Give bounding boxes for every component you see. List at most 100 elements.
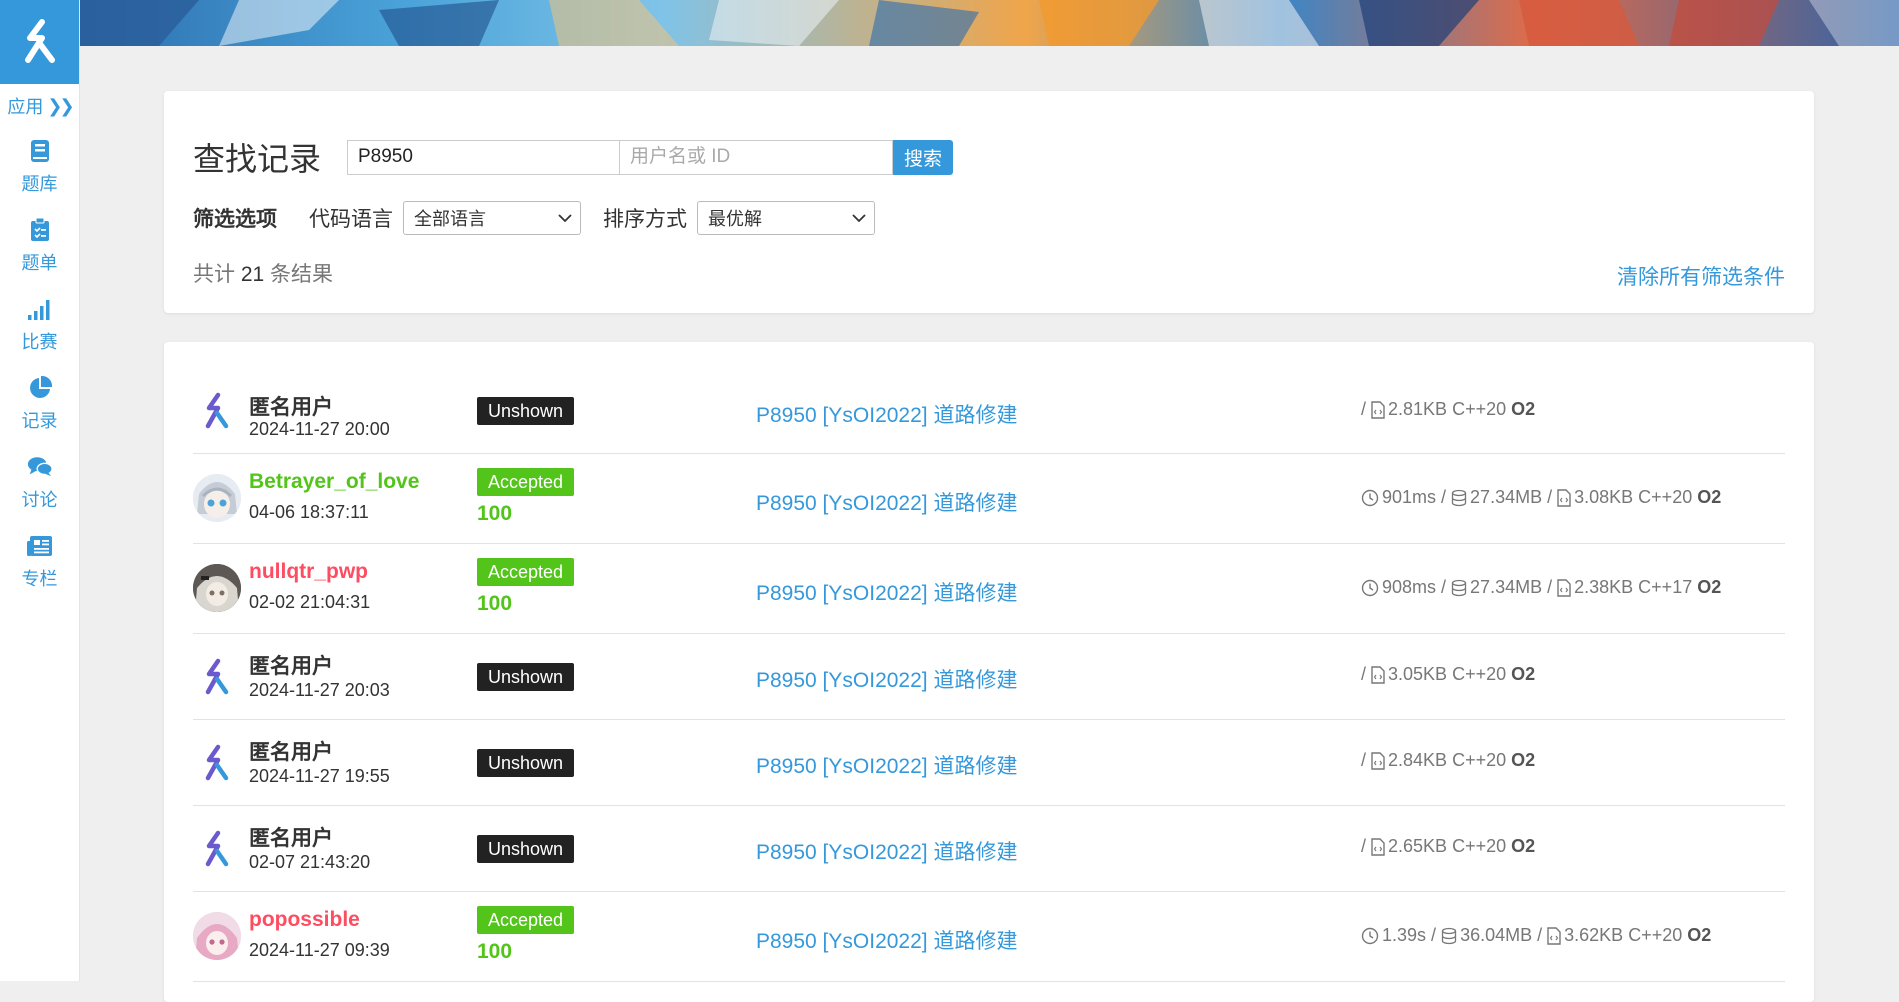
language-select[interactable]: 全部语言 bbox=[403, 201, 581, 235]
table-row: nullqtr_pwp 02-02 21:04:31 Accepted 100 … bbox=[193, 544, 1785, 634]
separator: / bbox=[1436, 577, 1452, 597]
user-avatar-image bbox=[193, 912, 241, 960]
code-file-icon bbox=[1547, 926, 1561, 945]
o2-flag: O2 bbox=[1511, 399, 1536, 419]
problem-link[interactable]: P8950 [YsOI2022] 道路修建 bbox=[756, 836, 1017, 866]
code-language: C++20 bbox=[1452, 399, 1507, 419]
anonymous-logo-icon bbox=[205, 744, 229, 781]
signal-bars-icon bbox=[27, 296, 53, 322]
code-file-icon bbox=[1371, 665, 1385, 684]
problem-link[interactable]: P8950 [YsOI2022] 道路修建 bbox=[756, 487, 1017, 517]
sidebar-item-contest[interactable]: 比赛 bbox=[0, 286, 79, 365]
sidebar-item-problems[interactable]: 题库 bbox=[0, 128, 79, 207]
separator: / bbox=[1532, 925, 1548, 945]
runtime: 901ms bbox=[1382, 487, 1437, 507]
status-badge[interactable]: Accepted bbox=[477, 468, 575, 496]
apps-toggle[interactable]: 应用 ❯❯ bbox=[0, 84, 79, 128]
logo[interactable] bbox=[0, 0, 79, 84]
separator: / bbox=[1361, 750, 1372, 770]
problem-id-input[interactable] bbox=[347, 139, 620, 175]
status-badge[interactable]: Accepted bbox=[477, 558, 575, 586]
separator: / bbox=[1542, 487, 1558, 507]
submit-time: 2024-11-27 20:03 bbox=[249, 680, 390, 700]
record-list: 匿名用户 2024-11-27 20:00 Unshown P8950 [YsO… bbox=[193, 369, 1785, 982]
filter-title: 筛选选项 bbox=[193, 208, 277, 231]
record-meta: / 2.84KB C++20 O2 bbox=[1361, 750, 1535, 771]
o2-flag: O2 bbox=[1511, 750, 1536, 770]
code-language: C++20 bbox=[1452, 750, 1507, 770]
avatar[interactable] bbox=[193, 387, 241, 435]
sidebar-item-record[interactable]: 记录 bbox=[0, 365, 79, 444]
sidebar: 应用 ❯❯ 题库 题单 比赛 记录 讨论 专栏 bbox=[0, 0, 80, 981]
score: 100 bbox=[477, 940, 513, 963]
banner-artwork bbox=[79, 0, 1899, 46]
submit-time: 2024-11-27 09:39 bbox=[249, 940, 390, 960]
table-row: 匿名用户 02-07 21:43:20 Unshown P8950 [YsOI2… bbox=[193, 806, 1785, 892]
clipboard-icon bbox=[27, 217, 53, 243]
runtime: 1.39s bbox=[1382, 925, 1427, 945]
anonymous-logo-icon bbox=[205, 830, 229, 867]
avatar[interactable] bbox=[193, 653, 241, 701]
header-banner bbox=[79, 0, 1899, 46]
code-file-icon bbox=[1371, 837, 1385, 856]
avatar[interactable] bbox=[193, 474, 241, 522]
avatar[interactable] bbox=[193, 825, 241, 873]
user-name[interactable]: popossible bbox=[249, 908, 360, 932]
status-badge[interactable]: Accepted bbox=[477, 906, 575, 934]
sidebar-item-training[interactable]: 题单 bbox=[0, 207, 79, 286]
code-language: C++20 bbox=[1452, 836, 1507, 856]
table-row: 匿名用户 2024-11-27 20:00 Unshown P8950 [YsO… bbox=[193, 369, 1785, 454]
memory: 27.34MB bbox=[1470, 487, 1543, 507]
search-button[interactable]: 搜索 bbox=[893, 139, 953, 175]
code-size: 3.05KB bbox=[1388, 664, 1448, 684]
sidebar-item-blog[interactable]: 专栏 bbox=[0, 523, 79, 602]
order-select-value: 最优解 bbox=[708, 209, 762, 229]
code-language: C++20 bbox=[1452, 664, 1507, 684]
status-badge[interactable]: Unshown bbox=[477, 663, 575, 691]
code-file-icon bbox=[1371, 400, 1385, 419]
clock-icon bbox=[1361, 489, 1379, 506]
pie-chart-icon bbox=[27, 375, 53, 401]
search-card: 查找记录 搜索 筛选选项 代码语言 全部语言 排序方式 最优解 共计 21 条结… bbox=[164, 91, 1814, 313]
comments-icon bbox=[27, 454, 53, 480]
table-row: 匿名用户 2024-11-27 20:03 Unshown P8950 [YsO… bbox=[193, 634, 1785, 720]
newspaper-icon bbox=[26, 533, 53, 559]
separator: / bbox=[1426, 925, 1442, 945]
table-row: 匿名用户 2024-11-27 19:55 Unshown P8950 [YsO… bbox=[193, 720, 1785, 806]
result-count-suffix: 条结果 bbox=[270, 263, 334, 286]
order-select[interactable]: 最优解 bbox=[697, 201, 875, 235]
user-name: 匿名用户 bbox=[249, 741, 333, 764]
record-meta: 1.39s / 36.04MB / 3.62KB C++20 O2 bbox=[1361, 925, 1711, 946]
problem-link[interactable]: P8950 [YsOI2022] 道路修建 bbox=[756, 664, 1017, 694]
status-badge[interactable]: Unshown bbox=[477, 835, 575, 863]
search-row: 查找记录 搜索 bbox=[193, 134, 953, 180]
user-name[interactable]: Betrayer_of_love bbox=[249, 470, 419, 494]
sidebar-item-label: 记录 bbox=[21, 411, 58, 431]
record-meta: / 2.65KB C++20 O2 bbox=[1361, 836, 1535, 857]
database-icon bbox=[1451, 489, 1467, 506]
submit-time: 02-02 21:04:31 bbox=[249, 592, 371, 612]
record-list-card: 匿名用户 2024-11-27 20:00 Unshown P8950 [YsO… bbox=[164, 342, 1814, 1002]
avatar[interactable] bbox=[193, 739, 241, 787]
status-badge[interactable]: Unshown bbox=[477, 397, 575, 425]
avatar[interactable] bbox=[193, 564, 241, 612]
sidebar-item-discuss[interactable]: 讨论 bbox=[0, 444, 79, 523]
code-language: C++17 bbox=[1638, 577, 1693, 597]
user-search-input[interactable] bbox=[620, 139, 893, 175]
result-count-prefix: 共计 bbox=[193, 263, 235, 286]
separator: / bbox=[1361, 664, 1372, 684]
problem-link[interactable]: P8950 [YsOI2022] 道路修建 bbox=[756, 399, 1017, 429]
result-count: 共计 21 条结果 bbox=[193, 258, 333, 288]
runtime: 908ms bbox=[1382, 577, 1437, 597]
status-badge[interactable]: Unshown bbox=[477, 749, 575, 777]
problem-link[interactable]: P8950 [YsOI2022] 道路修建 bbox=[756, 925, 1017, 955]
clock-icon bbox=[1361, 579, 1379, 596]
code-size: 2.65KB bbox=[1388, 836, 1448, 856]
clear-filters-link[interactable]: 清除所有筛选条件 bbox=[1617, 261, 1785, 291]
user-name[interactable]: nullqtr_pwp bbox=[249, 560, 368, 584]
problem-link[interactable]: P8950 [YsOI2022] 道路修建 bbox=[756, 750, 1017, 780]
code-size: 3.08KB bbox=[1574, 487, 1634, 507]
avatar[interactable] bbox=[193, 912, 241, 960]
problem-link[interactable]: P8950 [YsOI2022] 道路修建 bbox=[756, 577, 1017, 607]
submit-time: 2024-11-27 20:00 bbox=[249, 419, 390, 439]
